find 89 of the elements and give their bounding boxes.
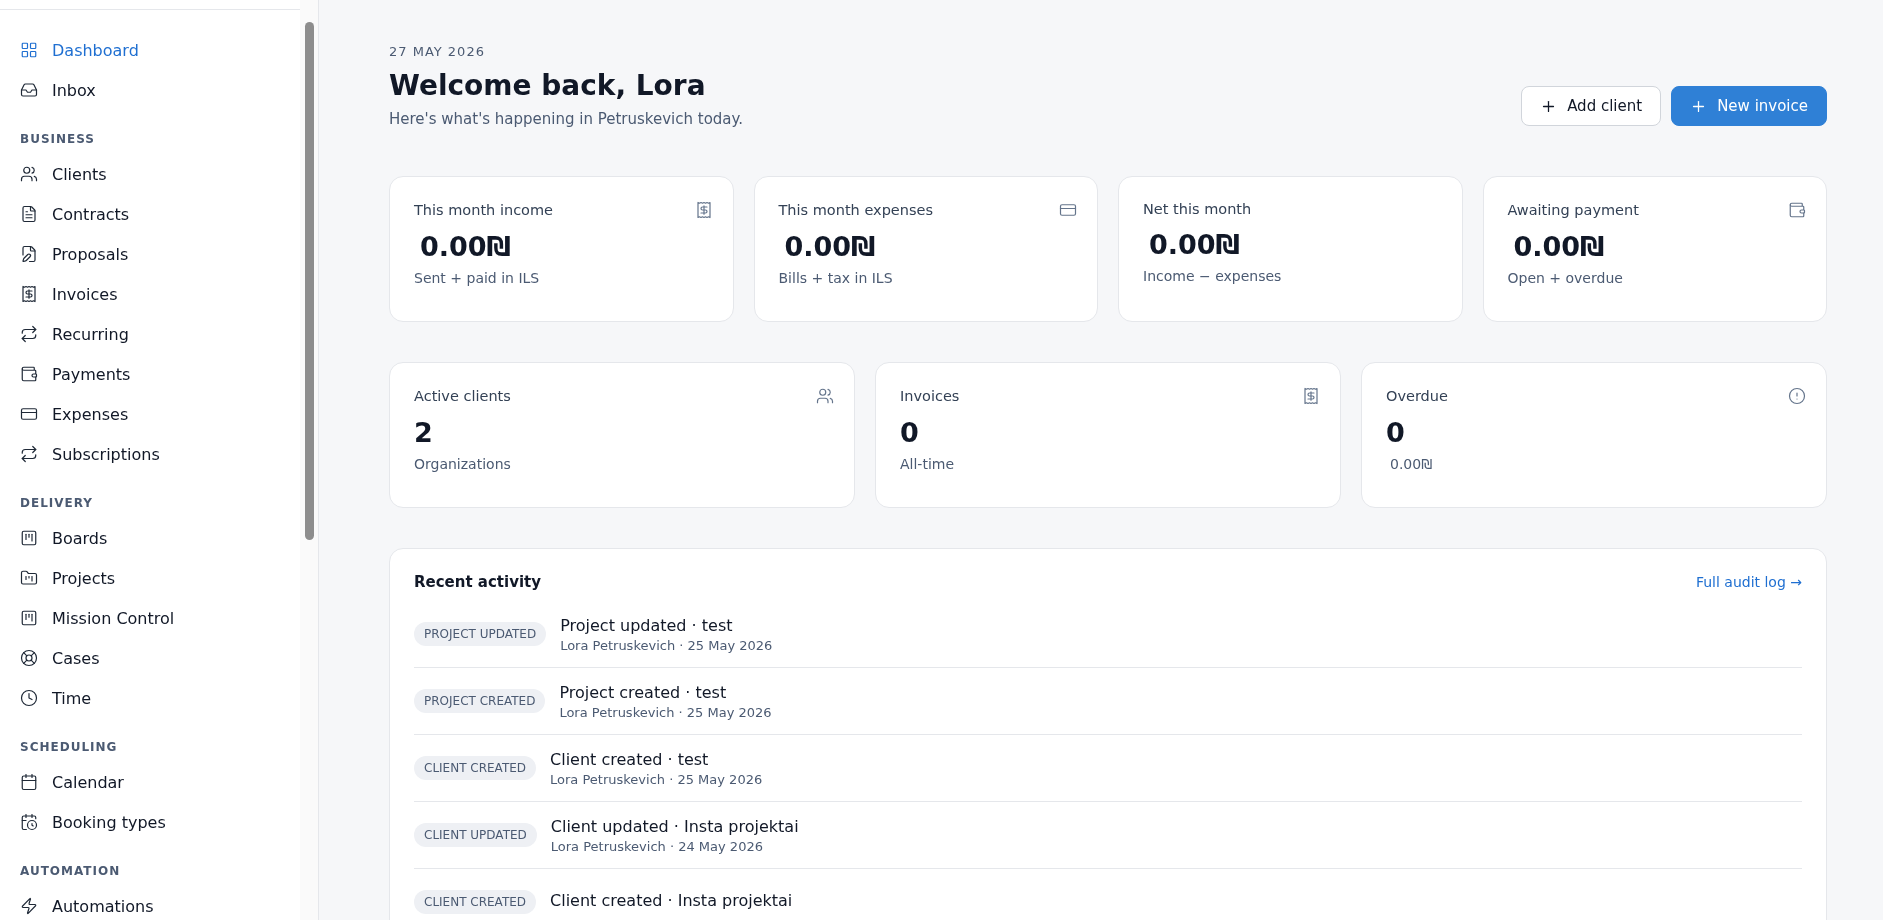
card-note: All-time	[900, 456, 956, 472]
event-tag: CLIENT UPDATED	[414, 823, 537, 847]
event-meta: Lora Petruskevich · 25 May 2026	[550, 771, 763, 787]
sidebar-item[interactable]: Automations	[20, 886, 300, 920]
card-label: Invoices	[900, 388, 960, 404]
receipt-icon	[694, 201, 713, 219]
card-note: Income − expenses	[1143, 268, 1283, 284]
kanban-icon	[20, 609, 38, 627]
users-icon	[816, 387, 834, 405]
event-title: Client created · test	[550, 749, 710, 769]
card-label: Active clients	[414, 388, 511, 404]
repeat-icon	[20, 325, 38, 343]
sidebar-item[interactable]: Subscriptions	[20, 434, 300, 474]
sidebar-item[interactable]: Booking types	[20, 802, 300, 842]
section-title: BUSINESS	[20, 132, 96, 146]
card-label: This month income	[414, 202, 554, 218]
alert-icon	[1788, 387, 1806, 405]
document-pen-icon	[20, 245, 38, 263]
receipt-icon	[1302, 387, 1320, 405]
receipt-icon	[20, 285, 38, 303]
event-title: Project updated · test	[560, 615, 734, 635]
document-icon	[20, 205, 38, 223]
sidebar-item[interactable]: Time	[20, 678, 300, 718]
card-value: 0.00₪	[784, 231, 877, 262]
audit-log-link[interactable]: Full audit log →	[1695, 574, 1802, 590]
card-label: Awaiting payment	[1507, 202, 1639, 218]
section-title: SCHEDULING	[20, 740, 119, 754]
event-tag: CLIENT CREATED	[414, 890, 537, 914]
event-meta: Lora Petruskevich · 24 May 2026	[550, 838, 764, 854]
card-value: 0.00₪	[1149, 229, 1242, 260]
wallet-icon	[20, 365, 38, 383]
clock-icon	[20, 689, 38, 707]
card-label: This month expenses	[778, 202, 933, 218]
card-note: Sent + paid in ILS	[414, 270, 541, 286]
sidebar-item[interactable]: Payments	[20, 354, 300, 394]
sidebar-item[interactable]: Recurring	[20, 314, 300, 354]
event-tag: PROJECT CREATED	[414, 689, 546, 713]
card-note: Bills + tax in ILS	[778, 270, 894, 286]
section-title: AUTOMATION	[20, 864, 122, 878]
event-title: Project created · test	[559, 682, 728, 702]
card-icon	[20, 405, 38, 423]
sidebar-item[interactable]: Cases	[20, 638, 300, 678]
event-meta: Lora Petruskevich · 25 May 2026	[560, 637, 773, 653]
event-tag: CLIENT CREATED	[414, 756, 537, 780]
sidebar-item[interactable]: Invoices	[20, 274, 300, 314]
lifebuoy-icon	[20, 649, 38, 667]
card-value: 0	[1386, 417, 1406, 448]
card-label: Net this month	[1143, 201, 1252, 217]
sidebar-item[interactable]: Contracts	[20, 194, 300, 234]
card-note: Organizations	[414, 456, 512, 472]
card-value: 0.00₪	[420, 231, 513, 262]
sidebar-item[interactable]: Proposals	[20, 234, 300, 274]
grid-icon	[20, 41, 38, 59]
folder-icon	[20, 569, 38, 587]
kanban-icon	[20, 529, 38, 547]
sidebar-item[interactable]: Dashboard	[20, 30, 300, 70]
card-note: Open + overdue	[1507, 270, 1624, 286]
card-value: 0.00₪	[1513, 231, 1606, 262]
card-label: Overdue	[1386, 388, 1448, 404]
primary-button[interactable]: New invoice	[1671, 86, 1827, 126]
event-meta: Lora Petruskevich · 25 May 2026	[559, 704, 772, 720]
sidebar-item[interactable]: Inbox	[20, 70, 300, 110]
sidebar-item[interactable]: Projects	[20, 558, 300, 598]
inbox-icon	[20, 81, 38, 99]
users-icon	[20, 165, 38, 183]
event-tag: PROJECT UPDATED	[414, 622, 547, 646]
page-title: Welcome back, Lora	[389, 69, 707, 102]
calendar-icon	[20, 773, 38, 791]
event-title: Client updated · Insta projektai	[550, 816, 799, 836]
sidebar-item[interactable]: Mission Control	[20, 598, 300, 638]
card-value: 2	[414, 417, 434, 448]
lightning-icon	[20, 897, 38, 915]
card-icon	[1059, 201, 1077, 219]
card-value: 0	[900, 417, 920, 448]
panel-title: Recent activity	[414, 573, 542, 591]
card-note: 0.00₪	[1389, 456, 1434, 472]
calendar-clock-icon	[20, 813, 38, 831]
date-label: 27 MAY 2026	[389, 44, 486, 59]
scrollbar[interactable]	[300, 0, 318, 920]
secondary-button[interactable]: Add client	[1521, 86, 1662, 126]
sidebar-item[interactable]: Expenses	[20, 394, 300, 434]
sidebar-item[interactable]: Calendar	[20, 762, 300, 802]
event-title: Client created · Insta projektai	[550, 891, 793, 910]
sidebar-item[interactable]: Boards	[20, 518, 300, 558]
sidebar-item[interactable]: Clients	[20, 154, 300, 194]
repeat-icon	[20, 445, 38, 463]
page-subtitle: Here's what's happening in Petruskevich today.	[389, 110, 744, 128]
wallet-icon	[1788, 201, 1806, 219]
section-title: DELIVERY	[20, 496, 95, 510]
